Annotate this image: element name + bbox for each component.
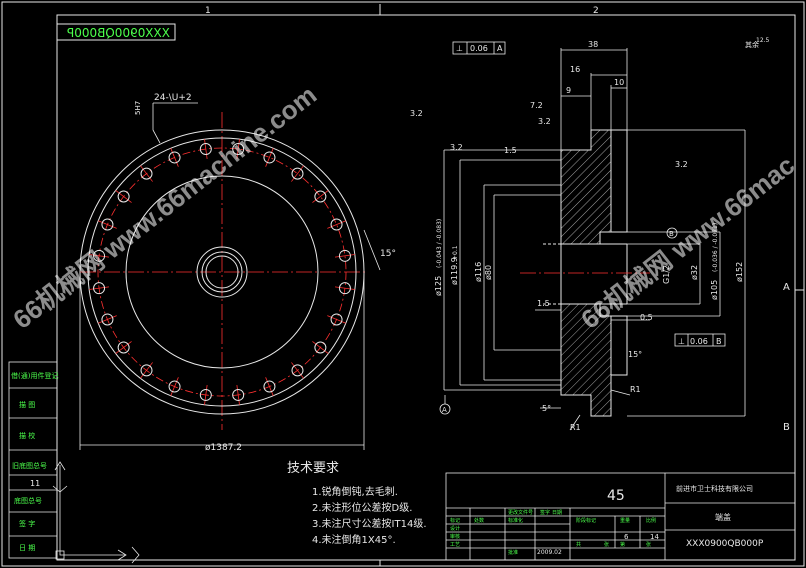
bolt-hole-centerline: [327, 220, 346, 229]
bolt-hole-centerline: [170, 377, 179, 396]
tb-date: 2009.02: [537, 549, 562, 556]
tb-label: 处数: [474, 517, 484, 524]
perp-symbol: ⊥: [678, 337, 685, 346]
strip-label: 底图总号: [14, 496, 42, 505]
tb-company: 前进市卫士科技有限公司: [676, 484, 753, 493]
d-left-1: ø125: [434, 276, 443, 296]
surface-value: 12.5: [756, 37, 770, 44]
dim-7-2: 7.2: [530, 101, 543, 110]
strip-label: 日 期: [19, 544, 35, 552]
dim-0-5: 0.5: [640, 313, 653, 322]
dim-10: 10: [614, 78, 624, 87]
bolt-hole-centerline: [170, 148, 179, 167]
tb-label: 标准化: [508, 517, 523, 524]
d-right-3: ø152: [735, 262, 744, 282]
zone-marker-2: 2: [593, 6, 599, 16]
tb-label: 重量: [620, 517, 630, 524]
tb-material: 45: [607, 488, 625, 504]
dim-r1b: R1: [570, 423, 581, 432]
cad-drawing-window: 1 2 B A XXX0900QB000P 24-\U+2 5H7 15° ø1…: [0, 0, 806, 568]
tb-label: 批准: [508, 549, 518, 556]
tb-code: XXX0900QB000P: [686, 539, 764, 549]
left-record-strip: 借(通)用件登记 描 图 描 校 旧底图总号 底图总号 签 字 日 期 11: [8, 361, 58, 559]
zone-marker-b: B: [783, 422, 790, 433]
tb-label: 张: [604, 541, 609, 548]
d-right-2: ø105: [710, 280, 719, 300]
zone-marker-1: 1: [205, 6, 211, 16]
dim-r1a: R1: [630, 385, 641, 394]
roughness-1: 3.2: [450, 143, 463, 152]
d-left-2: ø119.9: [450, 257, 459, 285]
tech-req-item: 2.未注形位公差按D级.: [312, 501, 412, 514]
flatness-value: 0.06: [470, 44, 488, 53]
tb-label: 第: [620, 541, 625, 548]
strip-label: 借(通)用件登记: [11, 371, 58, 380]
bolt-hole-centerline: [265, 377, 274, 396]
hole-depth-label: 5H7: [134, 101, 142, 115]
strip-label: 描 校: [19, 431, 35, 440]
mirrored-code-box: XXX0900QB000P: [56, 23, 176, 41]
d-left-3: ø116: [474, 262, 483, 282]
tb-label: 阶段标记: [576, 517, 596, 524]
flatness-ref: A: [497, 44, 503, 53]
zone-marker-a: A: [783, 282, 790, 293]
tech-req-item: 3.未注尺寸公差按IT14级.: [312, 517, 427, 530]
perp-ref: B: [716, 337, 722, 346]
dim-9: 9: [566, 86, 571, 95]
strip-label: 旧底图总号: [12, 461, 47, 470]
tb-sheet-no: 14: [650, 533, 659, 541]
tb-label: 签字: [540, 509, 550, 516]
tb-part-name: 端盖: [715, 512, 731, 522]
drawing-frame: [1, 1, 805, 567]
tb-label: 标记: [450, 517, 460, 524]
dim-5deg: 5°: [542, 404, 551, 413]
hole-callout: 24-\U+2: [154, 93, 192, 103]
dim-15deg: 15°: [628, 350, 642, 359]
d-right-1: ø32: [690, 265, 699, 280]
drawing-canvas: 1 2 B A XXX0900QB000P 24-\U+2 5H7 15° ø1…: [1, 1, 805, 567]
dim-1-5b: 1.5: [537, 299, 550, 308]
dim-16: 16: [570, 65, 580, 74]
tb-label: 张: [646, 541, 651, 548]
perp-value: 0.06: [690, 337, 708, 346]
d-left-4: ø80: [484, 265, 493, 280]
dim-1-5a: 1.5: [504, 146, 517, 155]
tb-sheet-total: 6: [624, 533, 629, 541]
angle-label: 15°: [380, 249, 396, 259]
ucs-axis-icon: [52, 461, 140, 564]
d-left-1-tol: (-0.043 / -0.083): [436, 219, 443, 268]
watermark: 66机械网 www.66machine.com: [7, 79, 322, 334]
roughness-4: 3.2: [410, 109, 423, 118]
tb-label: 更改文件号: [508, 509, 533, 516]
bolt-hole-centerline: [265, 148, 274, 167]
bolt-hole-centerline: [98, 315, 117, 324]
tb-label: 共: [576, 541, 581, 548]
tb-label: 工艺: [450, 542, 460, 548]
tech-req-item: 1.锐角倒钝,去毛刺.: [312, 485, 398, 498]
mirrored-code: XXX0900QB000P: [67, 26, 170, 40]
outer-diameter-label: ø1387.2: [205, 443, 242, 453]
tb-label: 日期: [552, 510, 562, 516]
datum-a: A: [442, 406, 447, 414]
tech-req-item: 4.未注倒角1X45°.: [312, 533, 396, 546]
tech-req-title: 技术要求: [287, 461, 339, 476]
strip-label: 签 字: [19, 519, 35, 528]
strip-value: 11: [30, 479, 40, 488]
title-block: 标记 处数 更改文件号 签字 日期 设计 标准化 审核 工艺 阶段标记 重量 比…: [445, 472, 796, 561]
strip-label: 描 图: [19, 400, 35, 409]
tb-label: 设计: [450, 525, 460, 532]
bolt-hole-centerline: [327, 315, 346, 324]
roughness-3: 3.2: [675, 160, 688, 169]
roughness-2: 3.2: [538, 117, 551, 126]
d-left-2-tol: +0.1: [452, 245, 459, 260]
technical-requirements: 技术要求 1.锐角倒钝,去毛刺. 2.未注形位公差按D级. 3.未注尺寸公差按I…: [287, 461, 427, 546]
tb-label: 比例: [646, 517, 656, 524]
tb-label: 审核: [450, 533, 460, 540]
flatness-symbol: ⊥: [456, 44, 463, 53]
dim-38: 38: [588, 40, 598, 49]
